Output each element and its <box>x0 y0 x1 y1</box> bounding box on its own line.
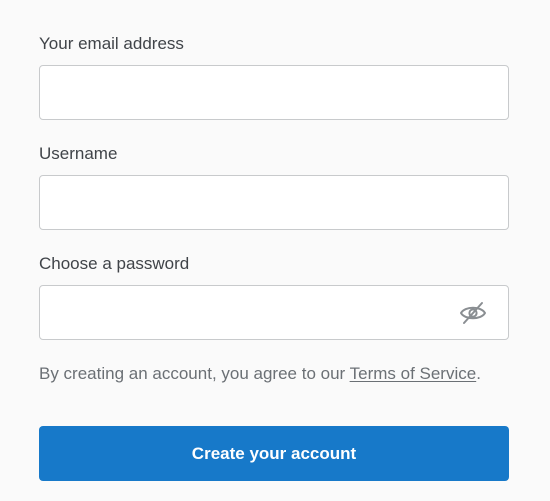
username-field[interactable] <box>40 176 508 229</box>
eye-slash-icon[interactable] <box>458 299 488 327</box>
create-account-button[interactable]: Create your account <box>39 426 509 481</box>
terms-of-service-link[interactable]: Terms of Service <box>350 364 477 383</box>
terms-prefix: By creating an account, you agree to our <box>39 364 350 383</box>
terms-suffix: . <box>476 364 481 383</box>
username-field-wrapper <box>39 175 509 230</box>
username-label: Username <box>39 144 118 163</box>
email-field[interactable] <box>40 66 508 119</box>
password-field-wrapper <box>39 285 509 340</box>
terms-notice: By creating an account, you agree to our… <box>39 363 481 385</box>
email-label: Your email address <box>39 34 184 53</box>
email-field-wrapper <box>39 65 509 120</box>
password-field[interactable] <box>40 286 508 339</box>
password-label: Choose a password <box>39 254 190 273</box>
